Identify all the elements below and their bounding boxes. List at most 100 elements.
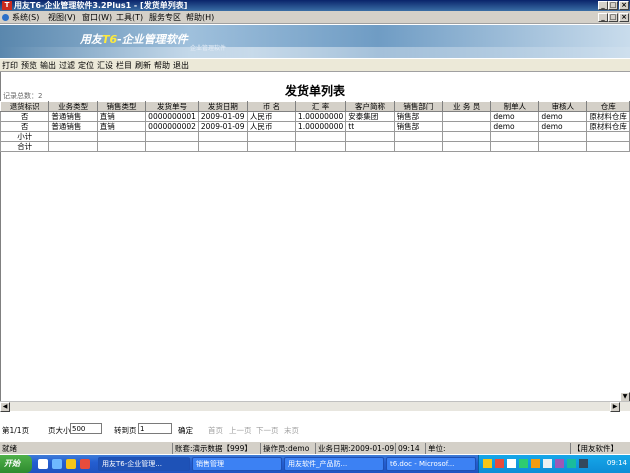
horizontal-scrollbar[interactable]: ◀ ▶ — [0, 401, 630, 412]
cell[interactable]: 安泰集团 — [345, 111, 395, 122]
desktop-icon[interactable] — [38, 459, 48, 469]
tray-update-icon[interactable] — [531, 459, 540, 468]
col-header-warehouse[interactable]: 仓库 — [586, 101, 630, 112]
cell[interactable]: 人民币 — [246, 121, 296, 132]
goto-page-input[interactable] — [138, 423, 172, 434]
next-page-button[interactable]: 下一页 — [256, 425, 279, 436]
cell — [96, 131, 147, 142]
cell[interactable]: demo — [490, 121, 540, 132]
goto-page-label: 转到页 — [114, 426, 137, 435]
columns-button[interactable]: 栏目 — [116, 61, 132, 71]
cell[interactable]: 0000000002 — [145, 121, 199, 132]
filter-button[interactable]: 过滤 — [59, 61, 75, 71]
col-header-sales-type[interactable]: 销售类型 — [96, 101, 147, 112]
last-page-button[interactable]: 末页 — [284, 425, 299, 436]
tray-security-icon[interactable] — [519, 459, 528, 468]
cell[interactable]: 直销 — [96, 121, 147, 132]
col-header-reviewer[interactable]: 审核人 — [538, 101, 588, 112]
task-t6-app[interactable]: 用友T6-企业管理... — [98, 457, 190, 471]
table-row[interactable]: 否 普通销售 直销 0000000002 2009-01-09 人民币 1.00… — [0, 121, 630, 132]
cell[interactable]: 普通销售 — [48, 111, 98, 122]
maximize-button[interactable]: □ — [608, 1, 618, 10]
first-page-button[interactable]: 首页 — [208, 425, 223, 436]
cell[interactable]: 2009-01-09 — [197, 111, 248, 122]
cell[interactable]: demo — [538, 121, 588, 132]
ime-icon[interactable] — [495, 459, 504, 468]
col-header-exchange-rate[interactable]: 汇 率 — [294, 101, 347, 112]
mdi-close-button[interactable]: × — [619, 13, 629, 22]
start-button[interactable]: 开始 — [0, 455, 32, 473]
preview-button[interactable]: 预览 — [21, 61, 37, 71]
cell[interactable]: 1.00000000 — [294, 111, 347, 122]
print-button[interactable]: 打印 — [2, 61, 18, 71]
col-header-sales-dept[interactable]: 销售部门 — [393, 101, 444, 112]
cell[interactable]: 原材料仓库 — [586, 121, 630, 132]
refresh-button[interactable]: 刷新 — [135, 61, 151, 71]
cell — [538, 141, 588, 152]
page-size-input[interactable] — [70, 423, 102, 434]
mail-icon[interactable] — [80, 459, 90, 469]
locate-button[interactable]: 定位 — [78, 61, 94, 71]
tray-network-icon[interactable] — [507, 459, 516, 468]
banner-swoosh — [0, 47, 630, 58]
summary-setup-button[interactable]: 汇设 — [97, 61, 113, 71]
cell[interactable]: 原材料仓库 — [586, 111, 630, 122]
task-word-doc[interactable]: t6.doc - Microsof... — [386, 457, 476, 471]
col-header-currency[interactable]: 币 名 — [246, 101, 296, 112]
tray-app-icon[interactable] — [483, 459, 492, 468]
exit-button[interactable]: 退出 — [173, 61, 189, 71]
confirm-button[interactable]: 确定 — [178, 425, 193, 436]
cell[interactable]: 销售部 — [393, 111, 444, 122]
tray-volume-icon[interactable] — [543, 459, 552, 468]
cell[interactable]: 否 — [0, 121, 50, 132]
cell[interactable] — [442, 111, 492, 122]
col-header-salesperson[interactable]: 业 务 员 — [442, 101, 492, 112]
cell[interactable]: demo — [538, 111, 588, 122]
menu-tools[interactable]: 工具(T) — [116, 12, 143, 23]
menu-view[interactable]: 视图(V) — [48, 12, 76, 23]
col-header-delivery-no[interactable]: 发货单号 — [145, 101, 199, 112]
menu-system[interactable]: 系统(S) — [12, 12, 39, 23]
cell[interactable]: 1.00000000 — [294, 121, 347, 132]
menu-window[interactable]: 窗口(W) — [82, 12, 112, 23]
prev-page-button[interactable]: 上一页 — [229, 425, 252, 436]
help-button[interactable]: 帮助 — [154, 61, 170, 71]
ie-icon[interactable] — [52, 459, 62, 469]
col-header-return-flag[interactable]: 退货标识 — [0, 101, 50, 112]
task-sales-mgmt[interactable]: 销售管理 — [192, 457, 282, 471]
status-account: 账套:演示数据【999】 — [172, 443, 260, 454]
cell[interactable] — [442, 121, 492, 132]
mdi-restore-button[interactable]: □ — [608, 13, 618, 22]
scroll-left-button[interactable]: ◀ — [0, 402, 10, 412]
menu-help[interactable]: 帮助(H) — [186, 12, 214, 23]
delivery-list-table[interactable]: 退货标识 业务类型 销售类型 发货单号 发货日期 币 名 汇 率 客户简称 销售… — [0, 101, 630, 152]
close-button[interactable]: × — [619, 1, 629, 10]
app-menu-icon[interactable] — [2, 14, 9, 21]
col-header-delivery-date[interactable]: 发货日期 — [197, 101, 248, 112]
menu-service-zone[interactable]: 服务专区 — [149, 12, 181, 23]
tray-misc3-icon[interactable] — [579, 459, 588, 468]
export-button[interactable]: 输出 — [40, 61, 56, 71]
col-header-creator[interactable]: 制单人 — [490, 101, 540, 112]
cell — [145, 141, 199, 152]
tray-misc-icon[interactable] — [555, 459, 564, 468]
mdi-minimize-button[interactable]: _ — [598, 13, 608, 22]
cell[interactable]: 否 — [0, 111, 50, 122]
status-vendor: 【用友软件】 — [570, 443, 630, 454]
cell[interactable]: tt — [345, 121, 395, 132]
folder-icon[interactable] — [66, 459, 76, 469]
cell[interactable]: 销售部 — [393, 121, 444, 132]
table-row[interactable]: 否 普通销售 直销 0000000001 2009-01-09 人民币 1.00… — [0, 111, 630, 122]
cell[interactable]: 普通销售 — [48, 121, 98, 132]
cell[interactable]: 人民币 — [246, 111, 296, 122]
col-header-business-type[interactable]: 业务类型 — [48, 101, 98, 112]
cell[interactable]: 2009-01-09 — [197, 121, 248, 132]
cell[interactable]: 直销 — [96, 111, 147, 122]
cell[interactable]: 0000000001 — [145, 111, 199, 122]
tray-misc2-icon[interactable] — [567, 459, 576, 468]
task-yonyou-doc[interactable]: 用友软件_产品防... — [284, 457, 384, 471]
minimize-button[interactable]: _ — [598, 1, 608, 10]
scroll-right-button[interactable]: ▶ — [610, 402, 620, 412]
cell[interactable]: demo — [490, 111, 540, 122]
col-header-customer[interactable]: 客户简称 — [345, 101, 395, 112]
